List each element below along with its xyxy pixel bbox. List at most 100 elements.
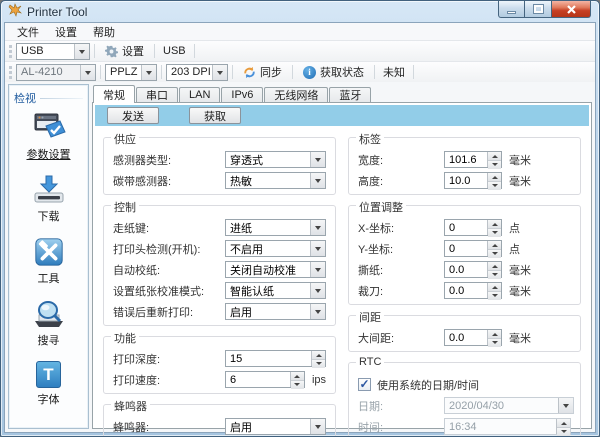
calibration-mode-select[interactable]: 智能认纸 <box>225 282 326 299</box>
chevron-down-icon[interactable] <box>141 65 156 80</box>
tear-offset-stepper[interactable]: 0.0 <box>444 261 502 278</box>
toolbar-printer: AL-4210 PPLZ 203 DPI 同步 i 获取状态 <box>5 61 595 82</box>
sidebar: 检视 参数设置 <box>8 84 89 429</box>
buzzer-select[interactable]: 启用 <box>225 418 326 435</box>
form-row: Y-坐标: 0 点 <box>358 238 571 259</box>
form-row: 感测器类型: 穿透式 <box>113 149 326 170</box>
get-button[interactable]: 获取 <box>189 107 241 124</box>
feed-key-select[interactable]: 进纸 <box>225 219 326 236</box>
get-status-button[interactable]: i 获取状态 <box>297 63 370 81</box>
close-icon <box>567 5 576 14</box>
ribbon-sensor-select[interactable]: 热敏 <box>225 172 326 189</box>
toolbar-grip[interactable] <box>9 66 12 79</box>
unit-label: 毫米 <box>509 283 531 299</box>
calendar-dropdown-icon <box>558 398 573 413</box>
sensor-type-select[interactable]: 穿透式 <box>225 151 326 168</box>
titlebar[interactable]: Printer Tool <box>1 1 599 22</box>
divider <box>40 98 83 99</box>
emulation-combo[interactable]: PPLZ <box>105 64 157 81</box>
tab-wireless[interactable]: 无线网络 <box>264 87 328 102</box>
maximize-button[interactable] <box>525 1 552 18</box>
stepper-arrows-icon[interactable] <box>487 152 501 167</box>
group-position-adjust: 位置调整 X-坐标: 0 点 Y <box>348 205 581 305</box>
printer-settings-icon <box>31 113 67 143</box>
x-offset-stepper[interactable]: 0 <box>444 219 502 236</box>
print-darkness-stepper[interactable]: 15 <box>225 350 326 367</box>
stepper-arrows-icon[interactable] <box>290 372 304 387</box>
tools-icon <box>33 237 65 267</box>
menu-file[interactable]: 文件 <box>9 23 47 41</box>
printhead-check-select[interactable]: 不启用 <box>225 240 326 257</box>
form-row: 打印速度: 6 ips <box>113 369 326 390</box>
form-row: 宽度: 101.6 毫米 <box>358 149 571 170</box>
tab-general[interactable]: 常规 <box>93 85 135 103</box>
y-offset-stepper[interactable]: 0 <box>444 240 502 257</box>
active-port-label: USB <box>159 45 190 57</box>
use-system-datetime-checkbox[interactable]: ✓ <box>358 378 371 391</box>
sidebar-item-tools[interactable]: 工具 <box>33 237 65 286</box>
chevron-down-icon[interactable] <box>310 173 325 188</box>
chevron-down-icon[interactable] <box>74 44 89 59</box>
sync-button[interactable]: 同步 <box>237 63 288 81</box>
close-button[interactable] <box>552 1 591 18</box>
window-title: Printer Tool <box>27 5 87 19</box>
sidebar-item-font[interactable]: T 字体 <box>36 361 61 407</box>
form-row: 错误后重新打印: 启用 <box>113 301 326 322</box>
tab-ipv6[interactable]: IPv6 <box>221 87 263 102</box>
gear-icon <box>105 45 118 58</box>
sidebar-item-download[interactable]: 下载 <box>31 175 67 224</box>
chevron-down-icon[interactable] <box>212 65 227 80</box>
menu-help[interactable]: 帮助 <box>85 23 123 41</box>
sidebar-item-parameter-settings[interactable]: 参数设置 <box>27 113 71 162</box>
minimize-button[interactable] <box>498 1 525 18</box>
chevron-down-icon[interactable] <box>310 419 325 434</box>
stepper-arrows-icon[interactable] <box>487 220 501 235</box>
menu-settings[interactable]: 设置 <box>47 23 85 41</box>
unit-label: 毫米 <box>509 173 531 189</box>
reprint-after-error-select[interactable]: 启用 <box>225 303 326 320</box>
chevron-down-icon[interactable] <box>310 220 325 235</box>
chevron-down-icon[interactable] <box>310 152 325 167</box>
sync-icon <box>243 66 256 79</box>
chevron-down-icon[interactable] <box>310 283 325 298</box>
stepper-arrows-icon[interactable] <box>487 262 501 277</box>
send-button[interactable]: 发送 <box>107 107 159 124</box>
model-combo: AL-4210 <box>16 64 96 81</box>
form-row: 大间距: 0.0 毫米 <box>358 327 571 348</box>
big-gap-stepper[interactable]: 0.0 <box>444 329 502 346</box>
cutter-offset-stepper[interactable]: 0.0 <box>444 282 502 299</box>
label-height-stepper[interactable]: 10.0 <box>444 172 502 189</box>
form-row: 日期: 2020/04/30 <box>358 395 571 416</box>
unit-label: 毫米 <box>509 330 531 346</box>
toolbar-connection: USB 设置 USB <box>5 40 595 61</box>
tab-serial[interactable]: 串口 <box>136 87 178 102</box>
stepper-arrows-icon[interactable] <box>487 241 501 256</box>
tab-panel-general: 发送 获取 供应 感测器类型: 穿透式 <box>92 102 592 429</box>
group-gap: 间距 大间距: 0.0 毫米 <box>348 315 581 352</box>
chevron-down-icon[interactable] <box>310 262 325 277</box>
stepper-arrows-icon[interactable] <box>487 173 501 188</box>
sidebar-item-search[interactable]: 搜寻 <box>31 299 67 348</box>
action-band: 发送 获取 <box>95 105 589 126</box>
menubar: 文件 设置 帮助 <box>5 23 595 40</box>
form-row: X-坐标: 0 点 <box>358 217 571 238</box>
tab-lan[interactable]: LAN <box>179 87 220 102</box>
group-label: 标签 宽度: 101.6 毫米 <box>348 137 581 195</box>
chevron-down-icon[interactable] <box>310 241 325 256</box>
label-width-stepper[interactable]: 101.6 <box>444 151 502 168</box>
port-combo[interactable]: USB <box>16 43 90 60</box>
chevron-down-icon[interactable] <box>310 304 325 319</box>
time-stepper: 16:34 <box>444 418 571 435</box>
settings-button[interactable]: 设置 <box>99 42 150 60</box>
dpi-combo[interactable]: 203 DPI <box>166 64 228 81</box>
auto-calibration-select[interactable]: 关闭自动校准 <box>225 261 326 278</box>
form-row: 自动校纸: 关闭自动校准 <box>113 259 326 280</box>
info-icon: i <box>303 66 316 79</box>
toolbar-grip[interactable] <box>9 45 12 58</box>
tabstrip: 常规 串口 LAN IPv6 无线网络 蓝牙 <box>92 84 592 102</box>
stepper-arrows-icon[interactable] <box>311 351 325 366</box>
stepper-arrows-icon[interactable] <box>487 283 501 298</box>
stepper-arrows-icon[interactable] <box>487 330 501 345</box>
print-speed-stepper[interactable]: 6 <box>225 371 305 388</box>
tab-bluetooth[interactable]: 蓝牙 <box>329 87 371 102</box>
